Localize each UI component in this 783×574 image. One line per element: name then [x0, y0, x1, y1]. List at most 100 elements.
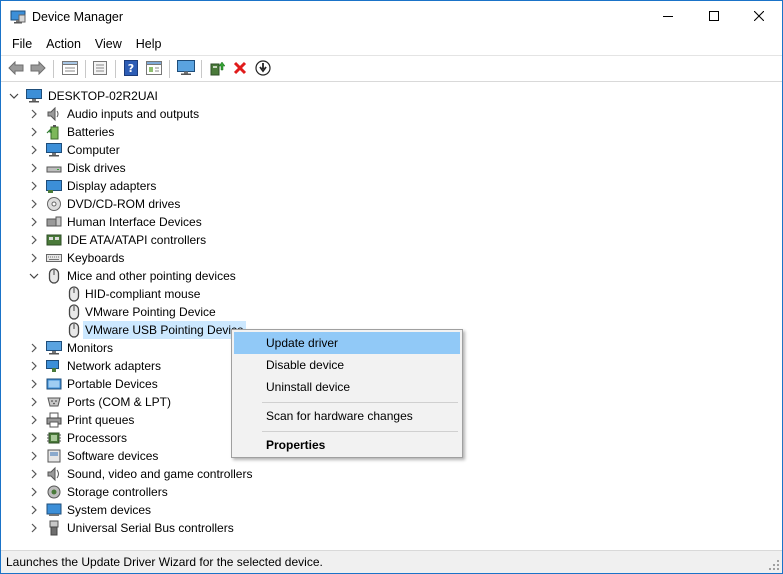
- tree-category-label: Batteries: [67, 125, 115, 139]
- chevron-right-icon[interactable]: [28, 429, 40, 447]
- chevron-right-icon[interactable]: [28, 375, 40, 393]
- tree-category-label: Display adapters: [67, 179, 157, 193]
- resize-grip-icon[interactable]: [768, 559, 780, 571]
- network-adapter-icon: [46, 358, 62, 374]
- tree-category[interactable]: Keyboards: [1, 249, 321, 267]
- tree-category[interactable]: Display adapters: [1, 177, 321, 195]
- chevron-right-icon[interactable]: [28, 195, 40, 213]
- toolbar-separator: [115, 60, 116, 78]
- chevron-right-icon[interactable]: [28, 213, 40, 231]
- tree-category-label: System devices: [67, 503, 152, 517]
- close-button[interactable]: [736, 1, 782, 32]
- chevron-right-icon[interactable]: [28, 447, 40, 465]
- chevron-down-icon[interactable]: [8, 87, 20, 105]
- help-toolbar-button[interactable]: ?: [121, 59, 141, 79]
- printer-icon: [46, 412, 62, 428]
- svg-text:?: ?: [128, 62, 134, 75]
- tree-category[interactable]: Human Interface Devices: [1, 213, 321, 231]
- toolbar-separator: [169, 60, 170, 78]
- tree-category[interactable]: Storage controllers: [1, 483, 321, 501]
- chevron-right-icon[interactable]: [28, 357, 40, 375]
- device-tree[interactable]: DESKTOP-02R2UAI Audio inputs and outputs…: [1, 84, 782, 549]
- software-device-icon: [46, 448, 62, 464]
- tree-category-label: Monitors: [67, 341, 114, 355]
- ide-controller-icon: [46, 232, 62, 248]
- tree-category[interactable]: Mice and other pointing devices: [1, 267, 321, 285]
- chevron-right-icon[interactable]: [28, 249, 40, 267]
- tree-device[interactable]: HID-compliant mouse: [1, 285, 261, 303]
- dvd-drive-icon: [46, 196, 62, 212]
- chevron-right-icon[interactable]: [28, 159, 40, 177]
- minimize-button[interactable]: [645, 1, 691, 32]
- uninstall-icon: [233, 61, 247, 78]
- computer-icon: [46, 142, 62, 158]
- chevron-right-icon[interactable]: [28, 339, 40, 357]
- system-device-icon: [46, 502, 62, 518]
- tree-root[interactable]: DESKTOP-02R2UAI: [1, 87, 301, 105]
- tree-category[interactable]: Disk drives: [1, 159, 321, 177]
- ctx-update-driver[interactable]: Update driver: [234, 332, 460, 354]
- enable-device-toolbar-button[interactable]: [253, 59, 273, 78]
- chevron-right-icon[interactable]: [28, 141, 40, 159]
- speaker-icon: [46, 106, 62, 122]
- chevron-right-icon[interactable]: [28, 393, 40, 411]
- menu-action[interactable]: Action: [39, 34, 88, 54]
- menu-view[interactable]: View: [88, 34, 129, 54]
- device-view-toolbar-button[interactable]: [144, 60, 164, 78]
- battery-icon: [46, 124, 62, 140]
- menu-file[interactable]: File: [1, 34, 39, 54]
- forward-button[interactable]: [28, 60, 48, 78]
- tree-category[interactable]: Audio inputs and outputs: [1, 105, 321, 123]
- ctx-properties[interactable]: Properties: [234, 434, 460, 456]
- port-icon: [46, 394, 62, 410]
- tree-category[interactable]: System devices: [1, 501, 321, 519]
- tree-device[interactable]: VMware Pointing Device: [1, 303, 261, 321]
- ctx-uninstall-device[interactable]: Uninstall device: [234, 376, 460, 398]
- tree-category-label: Universal Serial Bus controllers: [67, 521, 234, 535]
- ctx-disable-device[interactable]: Disable device: [234, 354, 460, 376]
- chevron-right-icon[interactable]: [28, 465, 40, 483]
- back-button[interactable]: [6, 60, 26, 78]
- uninstall-toolbar-button[interactable]: [230, 60, 250, 78]
- status-bar: Launches the Update Driver Wizard for th…: [1, 550, 782, 573]
- menu-help[interactable]: Help: [129, 34, 169, 54]
- mouse-icon: [66, 304, 82, 320]
- device-manager-window: Device Manager File Action View Help ? D…: [0, 0, 783, 574]
- chevron-right-icon[interactable]: [28, 231, 40, 249]
- maximize-button[interactable]: [691, 1, 737, 32]
- tree-category-label: Disk drives: [67, 161, 126, 175]
- title-bar[interactable]: Device Manager: [1, 1, 782, 32]
- sound-icon: [46, 466, 62, 482]
- tree-category-label: Processors: [67, 431, 128, 445]
- tree-category-label: Portable Devices: [67, 377, 158, 391]
- mouse-icon: [66, 286, 82, 302]
- chevron-right-icon[interactable]: [28, 501, 40, 519]
- context-menu: Update driver Disable device Uninstall d…: [231, 329, 463, 458]
- chevron-right-icon[interactable]: [28, 177, 40, 195]
- show-hide-toolbar-button[interactable]: [90, 60, 110, 78]
- tree-category[interactable]: Sound, video and game controllers: [1, 465, 321, 483]
- properties-toolbar-button[interactable]: [60, 60, 80, 78]
- chevron-right-icon[interactable]: [28, 519, 40, 537]
- tree-category[interactable]: Universal Serial Bus controllers: [1, 519, 321, 537]
- back-icon: [8, 60, 24, 78]
- monitor-toolbar-button[interactable]: [176, 59, 196, 78]
- tree-category[interactable]: Batteries: [1, 123, 321, 141]
- update-driver-toolbar-button[interactable]: [207, 60, 227, 78]
- chevron-right-icon[interactable]: [28, 483, 40, 501]
- tree-category[interactable]: Computer: [1, 141, 321, 159]
- help-icon: ?: [124, 59, 138, 79]
- chevron-right-icon[interactable]: [28, 123, 40, 141]
- chevron-right-icon[interactable]: [28, 105, 40, 123]
- ctx-scan-hardware[interactable]: Scan for hardware changes: [234, 405, 460, 427]
- toolbar-separator: [201, 60, 202, 78]
- tree-category-label: Human Interface Devices: [67, 215, 202, 229]
- tree-category-label: Audio inputs and outputs: [67, 107, 200, 121]
- tree-device[interactable]: VMware USB Pointing Device: [1, 321, 261, 339]
- hid-icon: [46, 214, 62, 230]
- chevron-down-icon[interactable]: [28, 267, 40, 285]
- tree-category[interactable]: DVD/CD-ROM drives: [1, 195, 321, 213]
- ctx-separator: [262, 402, 458, 403]
- chevron-right-icon[interactable]: [28, 411, 40, 429]
- tree-category[interactable]: IDE ATA/ATAPI controllers: [1, 231, 321, 249]
